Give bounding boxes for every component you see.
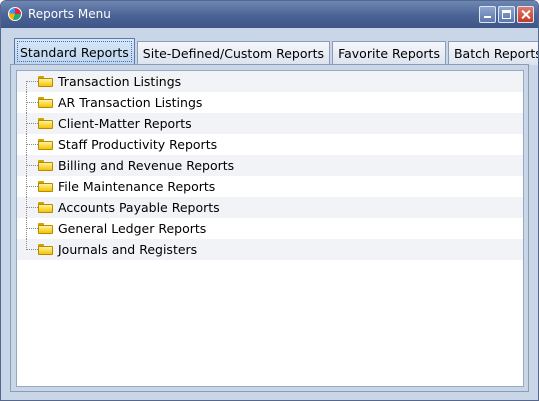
tree-connector [26, 134, 38, 155]
tree-connector [26, 92, 38, 113]
tree-item-client-matter-reports[interactable]: Client-Matter Reports [17, 113, 523, 134]
tree-item-accounts-payable-reports[interactable]: Accounts Payable Reports [17, 197, 523, 218]
tree-item-label: Staff Productivity Reports [58, 137, 218, 152]
tree-item-label: Journals and Registers [58, 242, 198, 257]
tab-standard-reports[interactable]: Standard Reports [14, 38, 135, 65]
tree-item-label: General Ledger Reports [58, 221, 207, 236]
folder-icon [38, 76, 53, 87]
tree-connector [26, 155, 38, 176]
report-tabs: Standard Reports Site-Defined/Custom Rep… [14, 37, 538, 65]
tree-connector [26, 197, 38, 218]
reports-menu-window: Reports Menu Standard Reports Site-Defin… [0, 0, 539, 401]
tab-panel: Transaction Listings AR Transaction List… [10, 64, 529, 392]
folder-icon [38, 139, 53, 150]
tree-item-journals-and-registers[interactable]: Journals and Registers [17, 239, 523, 260]
tab-batch-reports[interactable]: Batch Reports [447, 41, 538, 65]
tree-item-label: File Maintenance Reports [58, 179, 216, 194]
report-tree[interactable]: Transaction Listings AR Transaction List… [16, 70, 524, 387]
report-tree-list: Transaction Listings AR Transaction List… [17, 71, 523, 260]
tree-item-ar-transaction-listings[interactable]: AR Transaction Listings [17, 92, 523, 113]
tree-item-staff-productivity-reports[interactable]: Staff Productivity Reports [17, 134, 523, 155]
folder-icon [38, 97, 53, 108]
maximize-button[interactable] [498, 6, 515, 23]
tree-item-billing-and-revenue-reports[interactable]: Billing and Revenue Reports [17, 155, 523, 176]
close-button[interactable] [517, 6, 534, 23]
window-title: Reports Menu [28, 7, 111, 21]
tree-item-label: Billing and Revenue Reports [58, 158, 235, 173]
app-icon [8, 7, 22, 21]
tree-item-general-ledger-reports[interactable]: General Ledger Reports [17, 218, 523, 239]
title-bar[interactable]: Reports Menu [1, 1, 538, 28]
tab-favorite-reports[interactable]: Favorite Reports [332, 41, 446, 65]
window-client-area: Standard Reports Site-Defined/Custom Rep… [5, 28, 538, 396]
folder-icon [38, 244, 53, 255]
folder-icon [38, 202, 53, 213]
tab-site-defined-custom-reports[interactable]: Site-Defined/Custom Reports [136, 41, 331, 65]
folder-icon [38, 118, 53, 129]
tree-item-label: Accounts Payable Reports [58, 200, 220, 215]
tree-connector [26, 239, 38, 260]
tree-connector [26, 113, 38, 134]
minimize-button[interactable] [479, 6, 496, 23]
folder-icon [38, 160, 53, 171]
folder-icon [38, 181, 53, 192]
tree-connector [26, 218, 38, 239]
window-controls [479, 6, 534, 23]
tree-item-label: Client-Matter Reports [58, 116, 192, 131]
tree-connector [26, 71, 38, 92]
tree-connector [26, 176, 38, 197]
tree-item-label: AR Transaction Listings [58, 95, 203, 110]
tree-item-transaction-listings[interactable]: Transaction Listings [17, 71, 523, 92]
folder-icon [38, 223, 53, 234]
tree-item-label: Transaction Listings [58, 74, 182, 89]
tree-item-file-maintenance-reports[interactable]: File Maintenance Reports [17, 176, 523, 197]
